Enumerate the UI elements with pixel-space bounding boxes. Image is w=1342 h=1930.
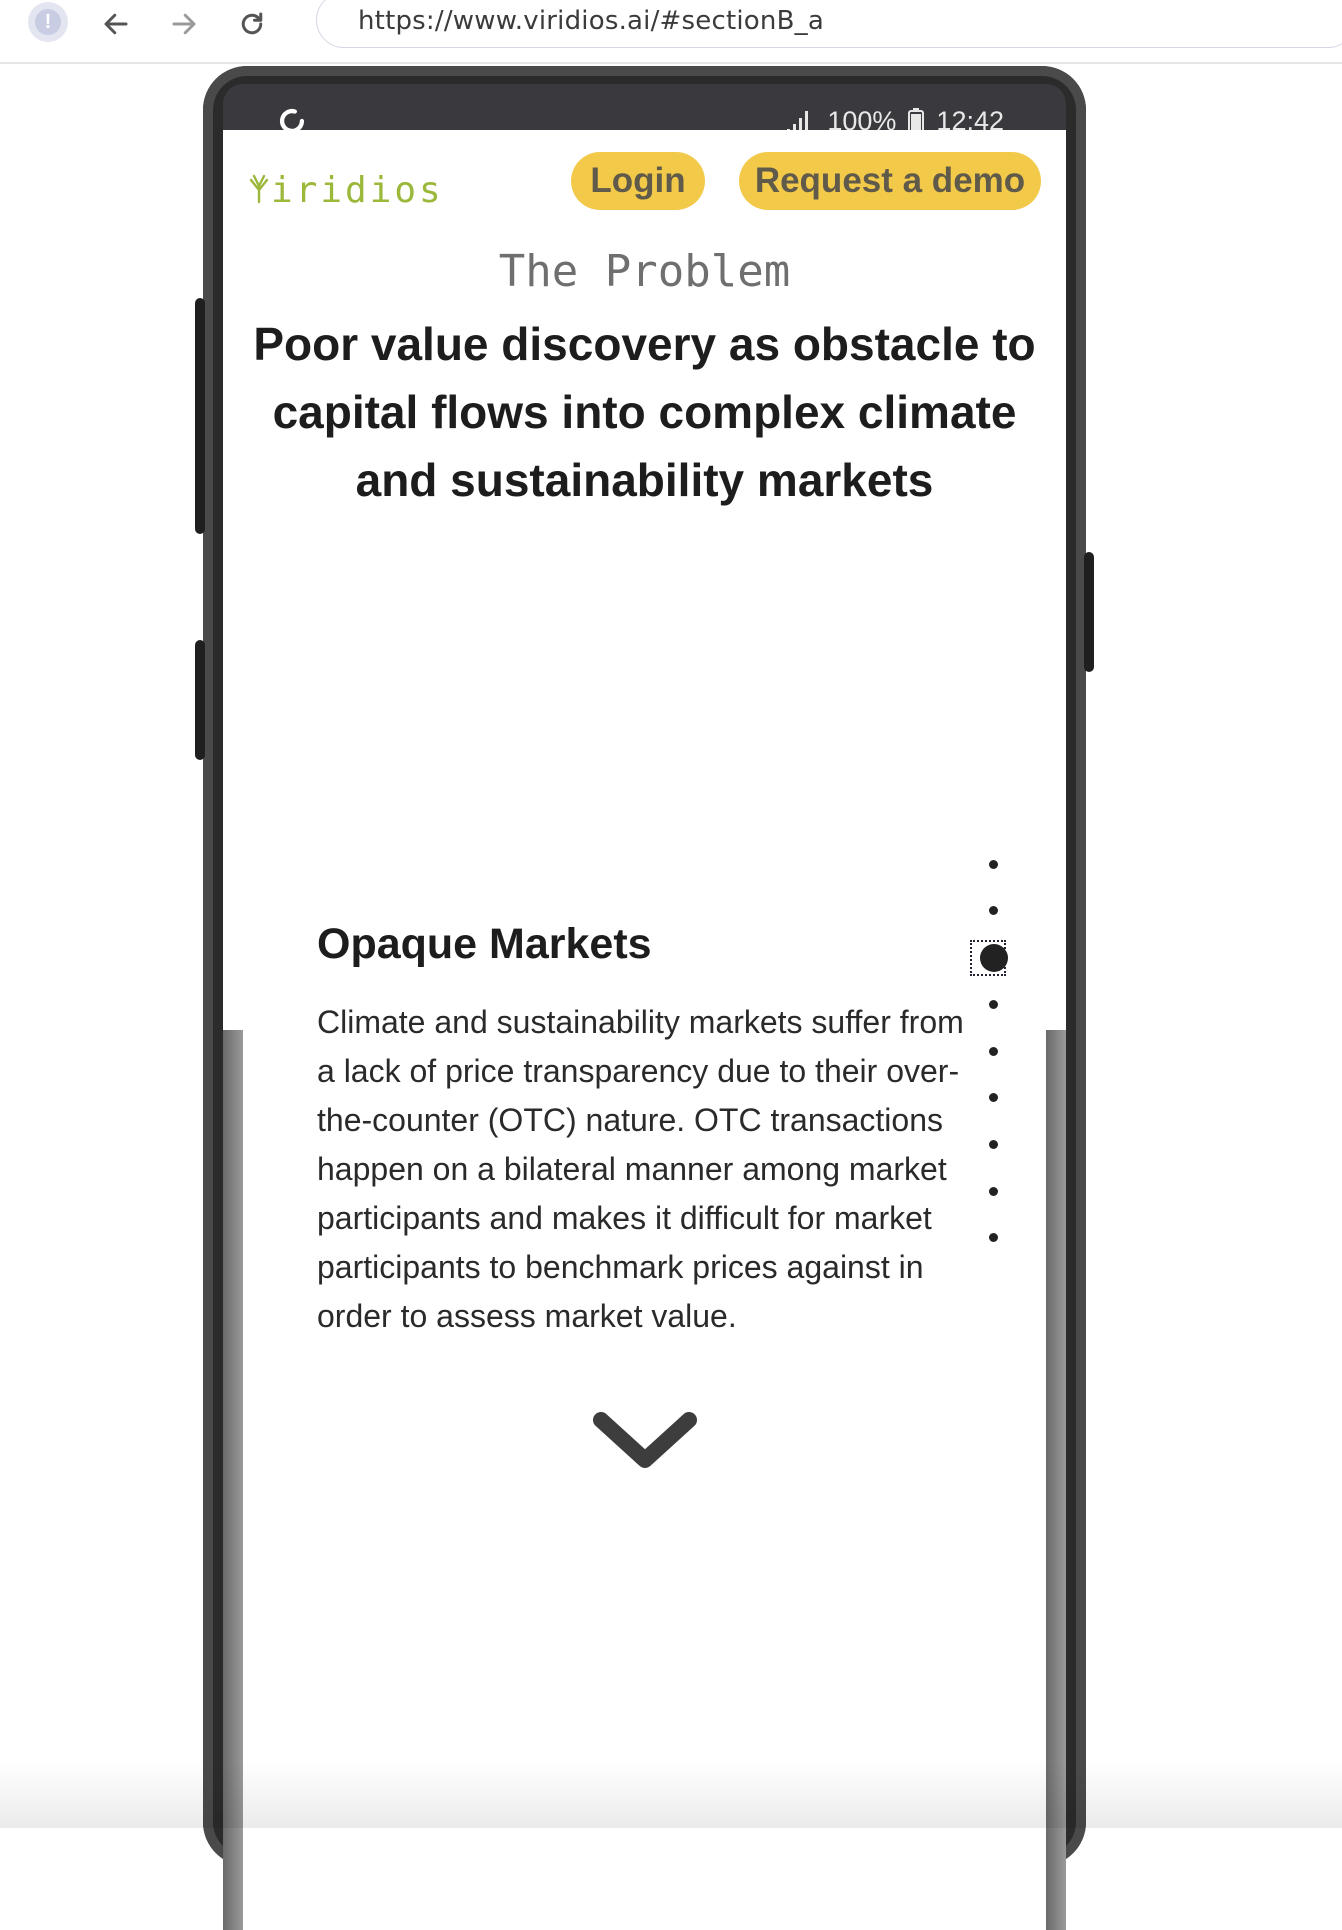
login-button[interactable]: Login	[571, 152, 705, 210]
viridios-logo[interactable]: iridios	[247, 170, 444, 211]
page-bottom-shade	[0, 1760, 1342, 1828]
back-button[interactable]	[96, 4, 136, 44]
pagination-dot[interactable]	[989, 1187, 998, 1196]
browser-toolbar: ! https://www.viridios.ai/#sectionB_a	[0, 0, 1342, 64]
request-demo-button[interactable]: Request a demo	[739, 152, 1041, 210]
page-headline: Poor value discovery as obstacle to capi…	[253, 318, 1036, 506]
info-glyph: !	[35, 9, 61, 35]
url-text[interactable]: https://www.viridios.ai/#sectionB_a	[358, 6, 824, 36]
phone-frame: 100% 12:42 iridios Login Request a demo …	[195, 66, 1094, 1930]
forward-button[interactable]	[164, 4, 204, 44]
leaf-logo-icon	[249, 174, 269, 204]
logo-text: iridios	[271, 170, 444, 211]
pagination-dot[interactable]	[989, 1047, 998, 1056]
reload-button[interactable]	[232, 4, 272, 44]
pagination-dot[interactable]	[989, 1000, 998, 1009]
site-info-icon[interactable]: !	[28, 2, 68, 42]
section-title: Opaque Markets	[317, 920, 652, 968]
arrow-right-icon	[172, 13, 196, 35]
phone-screen: iridios Login Request a demo The Problem…	[223, 130, 1066, 1930]
phone-side-button	[1084, 552, 1094, 672]
phone-side-button	[195, 298, 205, 534]
reload-icon	[241, 12, 263, 35]
pagination-dot[interactable]	[989, 906, 998, 915]
section-eyebrow: The Problem	[498, 246, 791, 297]
pagination-dot[interactable]	[989, 1093, 998, 1102]
phone-side-button	[195, 640, 205, 760]
section-body: Climate and sustainability markets suffe…	[317, 1004, 964, 1334]
pagination-dot[interactable]	[989, 1233, 998, 1242]
chevron-down-icon[interactable]	[591, 1408, 699, 1478]
pagination-dot[interactable]	[989, 860, 998, 869]
pagination-dot[interactable]	[989, 1140, 998, 1149]
pagination-dot-active[interactable]	[980, 944, 1008, 972]
arrow-left-icon	[104, 13, 128, 35]
